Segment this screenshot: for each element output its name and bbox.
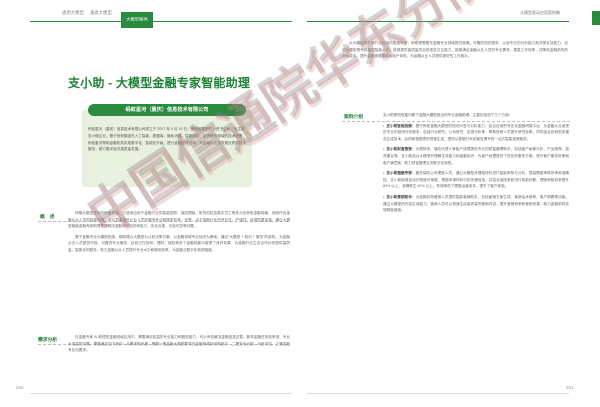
bullet-dot-icon: • xyxy=(383,194,385,199)
bullet-dot-icon: • xyxy=(383,123,385,128)
header-divider-left xyxy=(30,21,292,22)
page-number-left: 200 xyxy=(16,385,24,390)
page-number-right: 201 xyxy=(566,385,574,390)
bullet-dot-icon: • xyxy=(383,171,385,176)
needs-paragraph-1: 在金融专家 AI 助理的金融领域应用中，需要满足较高的专业能力和服务能力，可以有… xyxy=(68,335,290,353)
case-bullet: • 支小助理赔专家：服务保险公司理赔人员，通过大模型对理赔材料进行智能审核与分析，… xyxy=(383,170,569,190)
header-tab-service: 大模型服务 xyxy=(121,12,153,28)
section-label-needs: 需求分析 xyxy=(38,338,58,343)
bullet-title: 支小助理赔专家： xyxy=(386,171,416,176)
case-bullet: • 支小助营销助手：为金融机构营销人员提供智能营销助手，包括营销文案生成、营销话术… xyxy=(383,194,569,214)
bullet-dot-icon: • xyxy=(383,147,385,152)
section-label-case: 案例介绍 xyxy=(344,115,364,120)
header-right-title: 大模型驱动应用案例集 xyxy=(520,10,560,15)
case-bullet: • 支小助财富管家：为理财师、保险代理人等客户经理提供专业的财富管理助手，包括客户… xyxy=(383,146,569,166)
needs-body: 在金融专家 AI 助理的金融领域应用中，需要满足较高的专业能力和服务能力，可以有… xyxy=(68,334,290,358)
footer-divider-left xyxy=(30,393,292,394)
case-intro: 支小助是蚂蚁星河基于金融大模型推出的专业金融助理，主要包括如下几个方面： xyxy=(383,113,513,117)
header-right-marker xyxy=(592,11,600,25)
section-label-overview: 概 述 xyxy=(40,215,55,220)
overview-paragraph-2: 基于金融专业大模型底座，助助理以大模型为认知决策引擎，以金融领域专业知识为基础，… xyxy=(68,234,290,252)
bullet-title: 支小助智能投顾： xyxy=(386,123,416,128)
case-body: 支小助是蚂蚁星河基于金融大模型推出的专业金融助理，主要包括如下几个方面： • 支小… xyxy=(383,112,569,218)
footer-divider-right xyxy=(307,393,569,394)
header-tab-vertical: 垂类大模型 xyxy=(90,10,112,15)
case-bullet: • 支小助智能投顾：基于蚂蚁金融大模型的知识问答与分析能力，结合自身的专业化金融研… xyxy=(383,123,569,143)
header-tab-general: 通用大模型 xyxy=(62,10,84,15)
bullet-title: 支小助财富管家： xyxy=(386,147,416,152)
bullet-title: 支小助营销助手： xyxy=(386,194,416,199)
